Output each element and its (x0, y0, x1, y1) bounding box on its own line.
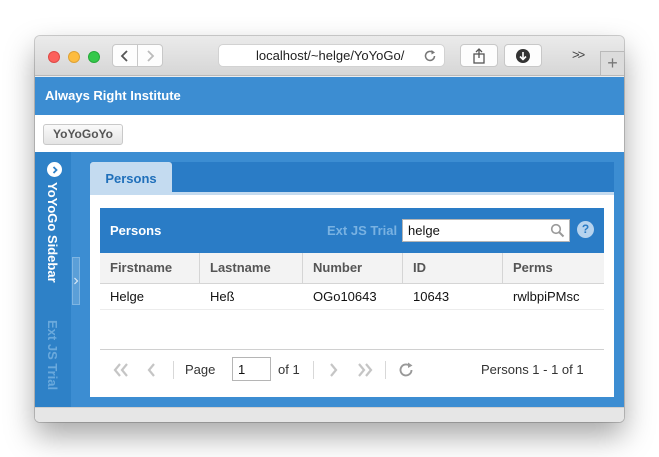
chevron-right-icon (52, 165, 58, 174)
chevron-left-icon[interactable] (144, 361, 158, 379)
refresh-icon[interactable] (397, 361, 415, 379)
search-field (402, 219, 570, 242)
page-content: Always Right Institute YoYoGoYo YoYoGo S… (35, 77, 624, 422)
chevron-right-icon (147, 49, 155, 62)
pager-separator (313, 361, 314, 379)
cell-firstname: Helge (110, 289, 144, 304)
yoyogoyo-button[interactable]: YoYoGoYo (43, 124, 123, 145)
share-button[interactable] (460, 44, 498, 67)
page-number-input[interactable] (232, 357, 271, 381)
page-of-label: of 1 (278, 362, 300, 377)
sidebar-splitter[interactable] (72, 257, 80, 305)
double-chevron-right-icon[interactable] (356, 361, 374, 379)
paging-toolbar: Page of 1 (100, 349, 604, 388)
cell-id: 10643 (413, 289, 450, 304)
sidebar: YoYoGo Sidebar Ext JS Trial (35, 152, 71, 407)
browser-toolbar: localhost/~helge/YoYoGo/ >> + (35, 36, 624, 76)
grid-trial-label: Ext JS Trial (327, 223, 398, 238)
column-header-lastname[interactable]: Lastname (200, 253, 303, 283)
browser-window: localhost/~helge/YoYoGo/ >> + Always Rig… (35, 36, 624, 422)
cell-lastname: Heß (210, 289, 235, 304)
tab-bar: Persons (90, 162, 614, 195)
column-headers: Firstname Lastname Number ID Perms (100, 253, 604, 284)
sidebar-title: YoYoGo Sidebar (45, 182, 60, 283)
column-header-number[interactable]: Number (303, 253, 403, 283)
minimize-window-button[interactable] (68, 51, 80, 63)
sidebar-collapse-button[interactable] (47, 162, 62, 177)
forward-button[interactable] (137, 44, 163, 67)
reload-icon[interactable] (423, 49, 437, 63)
download-icon (516, 48, 530, 63)
search-icon[interactable] (550, 223, 565, 238)
grid-title: Persons (110, 223, 162, 238)
more-toolbar-button[interactable]: >> (572, 47, 585, 62)
main-area: YoYoGo Sidebar Ext JS Trial Persons Pers… (35, 152, 624, 407)
downloads-button[interactable] (504, 44, 542, 67)
pager-summary: Persons 1 - 1 of 1 (481, 362, 584, 377)
page-label: Page (185, 362, 216, 377)
cell-number: OGo10643 (313, 289, 377, 304)
column-header-id[interactable]: ID (403, 253, 503, 283)
app-header: Always Right Institute (35, 77, 624, 115)
chevron-right-icon (74, 277, 79, 285)
share-icon (473, 47, 485, 64)
tab-panel: Persons Persons Ext JS Trial helge ? Fir… (90, 162, 614, 397)
pager-separator (385, 361, 386, 379)
persons-grid: Persons Ext JS Trial ? Firstname (100, 208, 604, 388)
address-bar[interactable]: localhost/~helge/YoYoGo/ (218, 44, 445, 67)
table-row[interactable]: Helge Heß OGo10643 10643 rwlbpiPMsc (100, 284, 604, 310)
chevron-left-icon (120, 49, 128, 62)
tab-persons[interactable]: Persons (90, 162, 172, 195)
column-header-perms[interactable]: Perms (503, 253, 604, 283)
cell-perms: rwlbpiPMsc (513, 289, 580, 304)
chevron-right-icon[interactable] (327, 361, 341, 379)
new-tab-button[interactable]: + (600, 51, 624, 75)
close-window-button[interactable] (48, 51, 60, 63)
url-text: localhost/~helge/YoYoGo/ (256, 48, 405, 63)
double-chevron-left-icon[interactable] (112, 361, 130, 379)
search-input[interactable] (403, 220, 543, 241)
zoom-window-button[interactable] (88, 51, 100, 63)
back-button[interactable] (112, 44, 138, 67)
column-header-firstname[interactable]: Firstname (100, 253, 200, 283)
sidebar-trial-label: Ext JS Trial (45, 320, 60, 391)
bottom-strip (35, 407, 624, 422)
grid-header: Persons Ext JS Trial ? (100, 208, 604, 253)
pager-separator (173, 361, 174, 379)
help-icon[interactable]: ? (577, 221, 594, 238)
